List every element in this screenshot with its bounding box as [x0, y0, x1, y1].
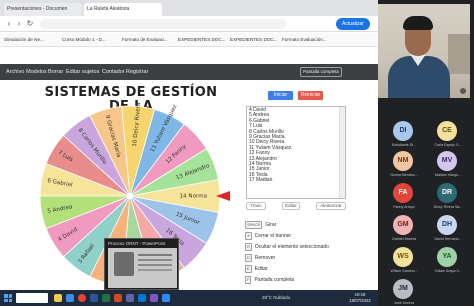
participant-avatar: MV: [437, 151, 457, 171]
slide-text-lines: [138, 254, 172, 256]
participant-name: Gabriel Morera: [392, 237, 416, 241]
shortcut-key: E: [245, 265, 252, 273]
shortcut-row: F Pantalla completa: [245, 276, 294, 284]
participant-tile[interactable]: MV Madian Vásqu...: [428, 148, 468, 182]
windows-start-icon[interactable]: [4, 294, 12, 302]
participant-avatar: DR: [437, 183, 457, 203]
app-icon[interactable]: [150, 294, 158, 302]
shortcut-key: R: [245, 243, 252, 251]
system-clock[interactable]: 10:18 18/07/2022: [344, 292, 376, 304]
shortcut-key: D: [245, 254, 252, 262]
title-button[interactable]: Título: [246, 202, 266, 210]
participant-name: José Morera: [394, 301, 414, 305]
shortcut-row: R Ocultar el elemento seleccionado: [245, 243, 329, 251]
shortcut-label: Girar: [265, 222, 277, 228]
wheel-hub: [125, 191, 135, 201]
participant-name: Yuliam Araya V...: [434, 269, 462, 273]
participant-avatar: FA: [393, 183, 413, 203]
shortcut-row: X Cerrar el banner: [245, 232, 291, 240]
powerpoint-icon[interactable]: [114, 294, 122, 302]
reset-button[interactable]: Reiniciar: [298, 91, 323, 100]
weather-widget[interactable]: 28°C Nublado: [262, 290, 290, 306]
presenter-video[interactable]: [378, 4, 470, 98]
participant-tile[interactable]: CE Carla Espejo S...: [428, 118, 468, 152]
shared-screen: Presentaciones - Documen La Ruleta Aleat…: [0, 0, 378, 306]
participant-tile[interactable]: JM José Morera: [384, 276, 424, 306]
shortcut-key: SPACE: [245, 221, 263, 229]
participant-avatar: GM: [393, 215, 413, 235]
participant-name: David Hernand...: [434, 237, 462, 241]
shortcut-label: Ocultar el elemento seleccionado: [254, 244, 329, 250]
participant-avatar: DI: [393, 121, 413, 141]
participant-avatar: NM: [393, 151, 413, 171]
shortcut-key: F: [245, 276, 252, 284]
chrome-icon[interactable]: [78, 294, 86, 302]
shortcut-label: Remover: [254, 255, 276, 261]
names-list-item: 17 Madian: [249, 177, 273, 184]
participant-tile[interactable]: DR Deicy Rivera Sa...: [428, 180, 468, 214]
taskbar-preview-popup[interactable]: Proceso ORNT - PowerPoint: [104, 238, 179, 290]
participant-avatar: CE: [437, 121, 457, 141]
slide-image: [114, 252, 134, 276]
popup-thumbnail[interactable]: [108, 248, 177, 288]
shortcut-label: Editar: [254, 266, 268, 272]
shortcut-row: D Remover: [245, 254, 275, 262]
participant-name: Fanny Arroyo: [393, 205, 415, 209]
participant-name: Wilson Sancho...: [390, 269, 418, 273]
screen-capture: Presentaciones - Documen La Ruleta Aleat…: [0, 0, 474, 306]
shortcut-row: SPACE Girar: [245, 221, 276, 229]
shortcut-key: X: [245, 232, 252, 240]
participant-tile[interactable]: WS Wilson Sancho...: [384, 244, 424, 278]
shortcut-label: Pantalla completa: [254, 277, 295, 283]
windows-taskbar: 28°C Nublado 10:18 18/07/2022: [0, 290, 378, 306]
participant-name: Deicy Rivera Sa...: [433, 205, 463, 209]
word-icon[interactable]: [90, 294, 98, 302]
participant-tile[interactable]: NM Norma Mendoz...: [384, 148, 424, 182]
popup-title: Proceso ORNT - PowerPoint: [108, 241, 166, 246]
participant-tile[interactable]: YA Yuliam Araya V...: [428, 244, 468, 278]
outlook-icon[interactable]: [138, 294, 146, 302]
participant-tile[interactable]: FA Fanny Arroyo: [384, 180, 424, 214]
participant-name: Madian Vásqu...: [435, 173, 461, 177]
names-scrollbar[interactable]: [339, 107, 345, 198]
participant-avatar: DH: [437, 215, 457, 235]
participant-avatar: YA: [437, 247, 457, 267]
teams-icon[interactable]: [126, 294, 134, 302]
participant-avatar: WS: [393, 247, 413, 267]
participant-tile[interactable]: GM Gabriel Morera: [384, 212, 424, 246]
zoom-icon[interactable]: [162, 294, 170, 302]
video-shelf: [448, 34, 470, 74]
edge-icon[interactable]: [66, 294, 74, 302]
participant-name: Norma Mendoz...: [390, 173, 418, 177]
excel-icon[interactable]: [102, 294, 110, 302]
start-button[interactable]: Iniciar: [268, 91, 293, 100]
edit-button[interactable]: Editar: [282, 202, 300, 210]
participant-tile[interactable]: DH David Hernand...: [428, 212, 468, 246]
participant-tile[interactable]: DI Estudiante Di...: [384, 118, 424, 152]
participant-avatar: JM: [393, 279, 413, 299]
clock-date: 18/07/2022: [349, 298, 371, 303]
shortcut-label: Cerrar el banner: [254, 233, 292, 239]
names-textarea[interactable]: 4 David 5 Andrea 6 Gabriel 7 Luis 8 Carlos M…: [246, 106, 346, 199]
mic-muted-icon: [460, 88, 466, 94]
file-explorer-icon[interactable]: [54, 294, 62, 302]
wheel-segment-label: 14 Norma: [180, 194, 208, 200]
shortcut-row: E Editar: [245, 265, 268, 273]
presenter-hair: [403, 16, 433, 30]
randomize-button[interactable]: Aleatorizar: [316, 202, 346, 210]
taskbar-search-box[interactable]: [16, 293, 48, 303]
